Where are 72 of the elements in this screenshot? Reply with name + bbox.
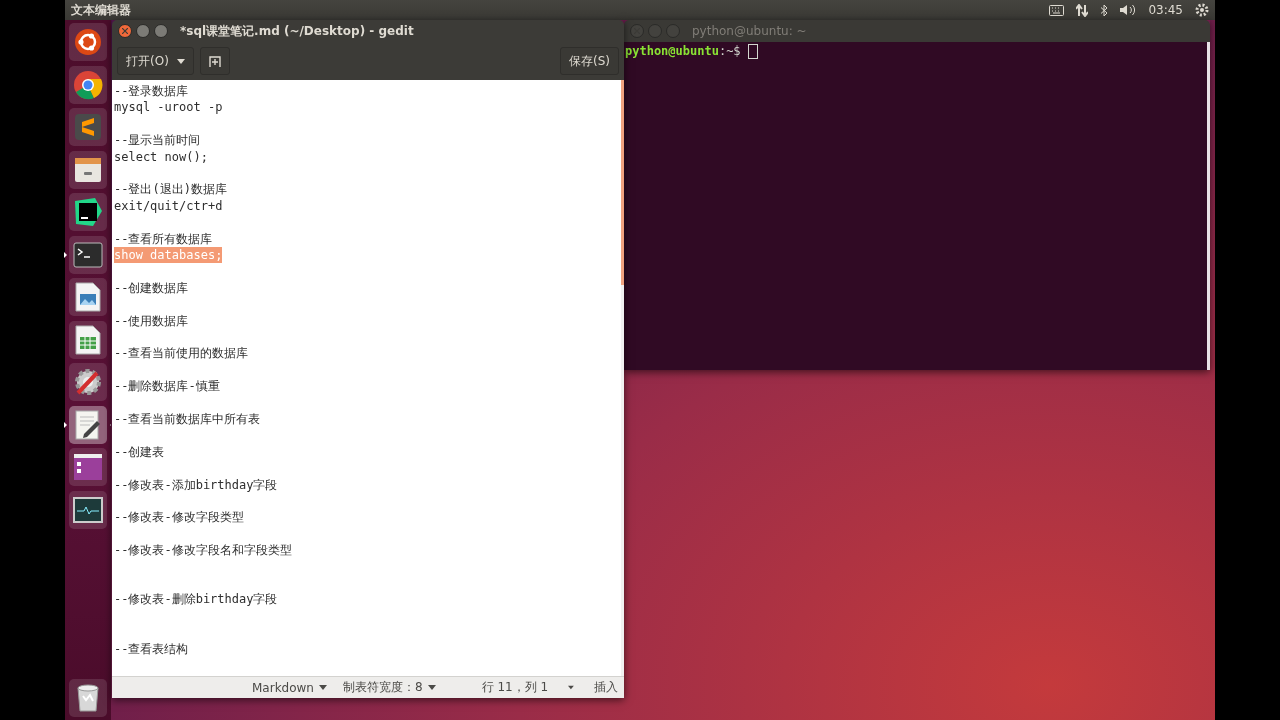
launcher-item[interactable] xyxy=(69,108,107,146)
ide-icon xyxy=(73,197,103,227)
browser-icon xyxy=(73,69,103,100)
minimize-button[interactable] xyxy=(136,24,150,38)
text-line: --删除数据库-慎重 xyxy=(114,378,220,395)
text-editor-icon xyxy=(74,113,102,141)
network-icon[interactable] xyxy=(1076,3,1089,17)
text-line: --修改表-添加birthday字段 xyxy=(114,476,278,493)
notepad-pencil-icon xyxy=(74,409,102,440)
launcher-item[interactable] xyxy=(69,23,107,61)
new-tab-button[interactable] xyxy=(199,47,230,75)
window-title: *sql课堂笔记.md (~/Desktop) - gedit xyxy=(180,22,414,40)
launcher-item[interactable] xyxy=(69,278,107,316)
insert-mode[interactable]: 插入 xyxy=(594,679,618,696)
close-icon xyxy=(122,28,128,34)
window-title: python@ubuntu: ~ xyxy=(692,24,807,38)
open-button[interactable]: 打开(O) xyxy=(117,47,194,75)
caret-icon xyxy=(568,685,574,690)
tab-width-selector[interactable]: 制表符宽度：8 xyxy=(342,679,436,696)
text-line: select now(); xyxy=(114,148,208,165)
presentation-icon xyxy=(75,282,101,312)
text-line: exit/quit/ctr+d xyxy=(114,197,223,215)
bluetooth-icon[interactable] xyxy=(1100,3,1109,17)
prompt-user: python@ubuntu xyxy=(625,44,719,58)
launcher-item[interactable] xyxy=(69,490,107,529)
text-line: mysql -uroot -p xyxy=(114,99,223,116)
text-line: --创建表 xyxy=(114,443,165,461)
text-line: --创建数据库 xyxy=(114,279,189,297)
gear-wrench-icon xyxy=(73,367,103,397)
text-line: --查看当前数据库中所有表 xyxy=(114,411,261,428)
launcher-item[interactable] xyxy=(69,150,107,189)
app-title: 文本编辑器 xyxy=(71,1,132,19)
text-line: --修改表-删除birthday字段 xyxy=(114,591,278,608)
launcher-item[interactable] xyxy=(69,679,107,717)
scrollbar[interactable] xyxy=(621,80,624,676)
text-line: --显示当前时间 xyxy=(114,132,201,149)
cursor-position: 行 11，列 1 xyxy=(481,679,549,696)
scrollbar-thumb[interactable] xyxy=(621,80,624,285)
terminal-icon xyxy=(73,241,103,268)
launcher-item[interactable] xyxy=(69,65,107,104)
ubuntu-logo-icon xyxy=(74,28,102,56)
new-tab-icon xyxy=(208,55,221,67)
text-line: --查看表结构 xyxy=(114,640,189,657)
launcher-item[interactable] xyxy=(69,193,107,231)
text-line: --查看当前使用的数据库 xyxy=(114,345,249,362)
text-line: --修改表-修改字段名和字段类型 xyxy=(114,542,292,559)
system-monitor-icon xyxy=(73,496,103,523)
save-button[interactable]: 保存(S) xyxy=(560,47,619,75)
text-line: --登出(退出)数据库 xyxy=(114,181,227,198)
spreadsheet-icon xyxy=(75,324,101,355)
power-gear-icon[interactable] xyxy=(1195,3,1209,17)
launcher-item[interactable] xyxy=(69,448,107,486)
clock[interactable]: 03:45 xyxy=(1148,3,1183,17)
prompt-path: :~$ xyxy=(718,44,741,58)
caret-icon xyxy=(427,685,436,690)
app-window-icon xyxy=(73,453,103,481)
close-button[interactable] xyxy=(118,24,132,38)
text-line: --修改表-修改字段类型 xyxy=(114,509,244,526)
launcher-item[interactable] xyxy=(69,363,107,401)
text-line: --使用数据库 xyxy=(114,312,189,329)
language-selector[interactable]: Markdown xyxy=(252,680,327,695)
text-cursor xyxy=(747,44,758,59)
text-line: --登录数据库 xyxy=(114,83,189,100)
text-line: --查看所有数据库 xyxy=(114,230,213,247)
volume-icon[interactable] xyxy=(1120,4,1137,16)
trash-icon xyxy=(76,684,100,712)
keyboard-icon[interactable] xyxy=(1049,4,1065,16)
file-cabinet-icon xyxy=(74,156,102,183)
caret-icon xyxy=(176,58,185,64)
maximize-button[interactable] xyxy=(154,24,168,38)
caret-icon xyxy=(318,685,327,690)
launcher-item[interactable] xyxy=(69,320,107,359)
